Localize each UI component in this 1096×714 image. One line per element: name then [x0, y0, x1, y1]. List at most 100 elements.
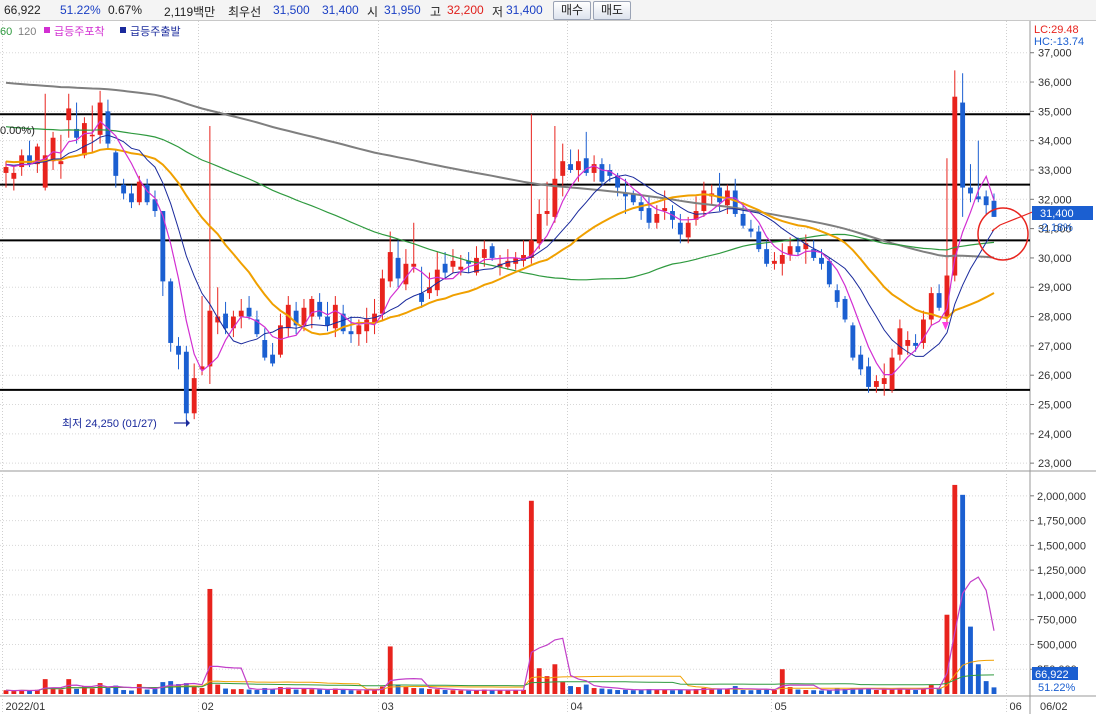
volume-bar — [434, 689, 440, 694]
candle-body — [387, 252, 393, 282]
volume-bar — [983, 681, 989, 694]
candle-body — [81, 123, 87, 156]
stock-chart[interactable]: 60 120 급등주포착 급등주출발 0.00%) 최저 24,250 (01/… — [0, 21, 1096, 714]
time-tick-label: 06 — [1010, 701, 1022, 713]
candle-body — [136, 181, 142, 203]
candle-body — [717, 187, 722, 203]
candle-body — [654, 213, 660, 223]
volume-bar — [568, 686, 574, 694]
volume-bar — [968, 626, 973, 694]
volume-bar — [254, 690, 260, 694]
candle-body — [889, 357, 895, 390]
volume-bar — [356, 690, 362, 694]
price-tick-label: 33,000 — [1038, 165, 1072, 177]
candle-body — [489, 246, 495, 258]
volume-value: 66,922 — [4, 3, 41, 17]
legend-signal2: 급등주출발 — [130, 25, 181, 38]
candle-body — [575, 161, 581, 170]
best-ask-value: 31,500 — [273, 3, 310, 17]
pct-label: 0.00%) — [0, 125, 35, 137]
volume-bar — [662, 690, 668, 694]
volume-bar — [756, 689, 762, 694]
volume-bar — [129, 690, 134, 694]
candle-body — [599, 164, 605, 182]
volume-bar — [528, 500, 534, 694]
volume-bar — [42, 679, 48, 694]
candle-body — [560, 161, 566, 176]
candle-body — [881, 378, 887, 384]
price-tick-label: 25,000 — [1038, 400, 1072, 412]
volume-bar — [497, 690, 503, 694]
candle-body — [230, 316, 236, 329]
candle-body — [191, 378, 197, 414]
volume-bar — [670, 690, 675, 694]
change-pct-value: 0.67% — [108, 3, 143, 17]
candle-body — [913, 342, 919, 346]
price-tick-label: 34,000 — [1038, 136, 1072, 148]
candle-body — [772, 260, 777, 264]
last-volume-label: 66,922 — [1035, 669, 1069, 681]
volume-bar — [858, 689, 864, 694]
best-bid-value: 31,400 — [322, 3, 359, 17]
volume-bar — [136, 684, 142, 694]
volume-bar — [732, 686, 738, 694]
volume-bar — [505, 690, 511, 694]
legend-signal1: 급등주포착 — [54, 25, 105, 38]
volume-bar — [348, 690, 354, 694]
amount-value: 2,119백만 — [164, 5, 216, 19]
candle-body — [309, 298, 315, 317]
candle-body — [740, 213, 746, 226]
volume-bar — [748, 690, 754, 694]
volume-bar — [160, 682, 166, 694]
volume-bar — [654, 689, 660, 694]
volume-bar — [952, 484, 958, 694]
candle-body — [795, 246, 801, 253]
volume-bar — [599, 688, 605, 694]
open-label: 시 — [367, 5, 379, 19]
candle-body — [450, 260, 456, 267]
candle-body — [121, 184, 127, 194]
candle-body — [168, 281, 174, 343]
buy-button[interactable]: 매수 — [553, 1, 591, 20]
candle-body — [983, 196, 989, 206]
candle-body — [960, 102, 966, 188]
volume-bar — [364, 690, 370, 694]
volume-tick-label: 1,000,000 — [1037, 590, 1086, 602]
high-value: 32,200 — [447, 3, 484, 17]
volume-bar — [89, 688, 95, 694]
candle-body — [183, 351, 189, 414]
volume-bar — [724, 689, 730, 694]
candle-body — [826, 260, 832, 285]
volume-bar — [623, 689, 628, 694]
candle-body — [920, 319, 926, 343]
candle-body — [685, 222, 691, 238]
candle-body — [364, 319, 370, 332]
high-label: 고 — [430, 5, 442, 19]
candle-body — [246, 307, 252, 317]
candle-body — [842, 298, 848, 320]
volume-bar — [246, 689, 252, 694]
candle-body — [262, 340, 268, 358]
legend-ma120: 120 — [18, 26, 36, 38]
candle-body — [278, 325, 283, 355]
sell-button[interactable]: 매도 — [593, 1, 631, 20]
volume-bar — [560, 682, 566, 694]
price-tick-label: 28,000 — [1038, 312, 1072, 324]
last-turnover-label: 51.22% — [1038, 682, 1076, 694]
legend-signal2-swatch — [120, 27, 126, 33]
candle-body — [756, 231, 762, 250]
candle-body — [764, 249, 770, 264]
candle-body — [207, 310, 213, 367]
volume-bar — [881, 689, 887, 694]
hc-label: HC:-13.74 — [1034, 36, 1084, 48]
price-tick-label: 32,000 — [1038, 194, 1072, 206]
volume-bar — [223, 688, 228, 694]
volume-bar — [913, 690, 919, 694]
candle-body — [779, 255, 785, 264]
candle-body — [129, 193, 134, 203]
volume-bar — [238, 689, 244, 694]
volume-bar — [630, 690, 636, 694]
volume-bar — [819, 690, 824, 694]
candle-body — [395, 257, 401, 279]
volume-bar — [317, 689, 323, 694]
